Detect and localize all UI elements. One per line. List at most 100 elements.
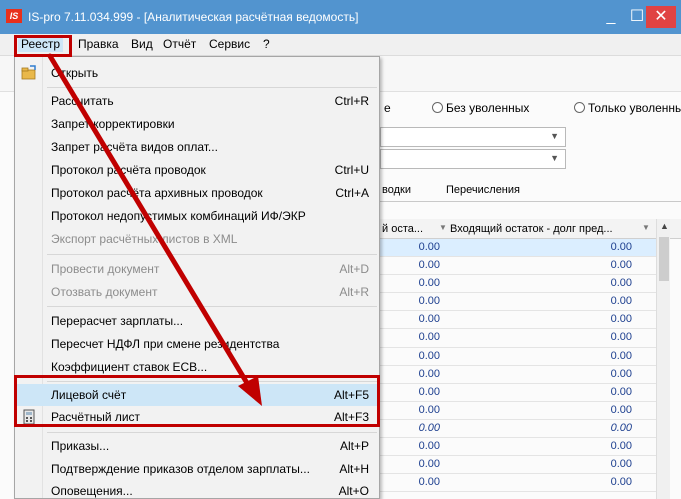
table-cell-incoming-debt: 0.00: [610, 385, 632, 398]
tab-transfers[interactable]: Перечисления: [446, 184, 520, 196]
menu-item-protocol-archive[interactable]: Протокол расчёта архивных проводок Ctrl+…: [15, 182, 379, 204]
table-cell-balance: 0.00: [418, 277, 440, 290]
radio-only-fired[interactable]: Только уволенны: [574, 101, 681, 115]
table-cell-balance: 0.00: [418, 259, 440, 272]
table-row[interactable]: 0.00 0.00: [380, 456, 670, 475]
vertical-scrollbar[interactable]: ▲: [656, 219, 670, 499]
menu-item-forbid-calc[interactable]: Запрет расчёта видов оплат...: [15, 136, 379, 158]
app-logo-icon: IS: [6, 9, 22, 23]
menu-item-recalc-salary[interactable]: Перерасчет зарплаты...: [15, 310, 379, 332]
filter-icon[interactable]: ▼: [642, 223, 650, 232]
menu-item-label: Перерасчет зарплаты...: [51, 314, 184, 328]
menu-item-label: Подтверждение приказов отделом зарплаты.…: [51, 462, 310, 476]
window-title: IS-pro 7.11.034.999 - [Аналитическая рас…: [28, 10, 359, 24]
table-cell-incoming-debt: 0.00: [610, 331, 632, 344]
menu-item-label: Экспорт расчётных листов в XML: [51, 232, 238, 246]
menu-help[interactable]: ?: [263, 37, 270, 51]
reestr-dropdown-menu: Открыть Рассчитать Ctrl+R Запрет коррект…: [14, 56, 380, 499]
table-row[interactable]: 0.00 0.00: [380, 239, 670, 258]
table-row[interactable]: 0.00 0.00: [380, 474, 670, 493]
menu-item-label: Запрет корректировки: [51, 117, 175, 131]
table-row[interactable]: 0.00 0.00: [380, 275, 670, 294]
open-folder-icon: [21, 65, 36, 80]
table-row[interactable]: 0.00 0.00: [380, 438, 670, 457]
menu-item-label: Протокол расчёта проводок: [51, 163, 206, 177]
menu-item-recalc-ndfl[interactable]: Пересчет НДФЛ при смене резидентства: [15, 333, 379, 355]
menu-item-post-document: Провести документ Alt+D: [15, 258, 379, 280]
menu-item-label: Пересчет НДФЛ при смене резидентства: [51, 337, 280, 351]
table-row[interactable]: 0.00 0.00: [380, 420, 670, 439]
table-row[interactable]: 0.00 0.00: [380, 257, 670, 276]
table-row[interactable]: 0.00 0.00: [380, 293, 670, 312]
menu-report[interactable]: Отчёт: [163, 37, 196, 51]
chevron-down-icon: ▼: [550, 131, 559, 141]
table-row[interactable]: 0.00 0.00: [380, 366, 670, 384]
menu-service[interactable]: Сервис: [209, 37, 250, 51]
menu-item-notifications[interactable]: Оповещения... Alt+O: [15, 480, 379, 499]
menu-item-label: Отозвать документ: [51, 285, 158, 299]
menu-separator: [47, 432, 377, 433]
table-cell-balance: 0.00: [418, 295, 440, 308]
scroll-thumb[interactable]: [659, 237, 669, 281]
menu-item-label: Открыть: [51, 66, 99, 80]
table-cell-balance: 0.00: [418, 331, 440, 344]
table-cell-balance: 0.00: [418, 421, 440, 434]
title-bar: IS IS-pro 7.11.034.999 - [Аналитическая …: [0, 0, 681, 34]
menu-item-label: Протокол расчёта архивных проводок: [51, 186, 263, 200]
radio-without-fired[interactable]: Без уволенных: [432, 101, 529, 115]
menu-item-label: Приказы...: [51, 439, 110, 453]
filter-icon[interactable]: ▼: [439, 223, 447, 232]
menu-item-protocol-invalid[interactable]: Протокол недопустимых комбинаций ИФ/ЭКР: [15, 205, 379, 227]
table-cell-balance: 0.00: [418, 458, 440, 471]
column-header-incoming-debt[interactable]: Входящий остаток - долг пред...: [450, 223, 613, 235]
radio-without-fired-label: Без уволенных: [446, 101, 530, 115]
menu-item-protocol-postings[interactable]: Протокол расчёта проводок Ctrl+U: [15, 159, 379, 181]
menu-item-shortcut: Alt+D: [339, 262, 369, 276]
menu-item-label: Запрет расчёта видов оплат...: [51, 140, 218, 154]
table-row[interactable]: 0.00 0.00: [380, 384, 670, 402]
table-cell-balance: 0.00: [418, 349, 440, 362]
menu-item-label: Протокол недопустимых комбинаций ИФ/ЭКР: [51, 209, 306, 223]
table-cell-balance: 0.00: [418, 403, 440, 416]
table-row[interactable]: 0.00 0.00: [380, 329, 670, 348]
radio-only-fired-label: Только уволенны: [588, 101, 681, 115]
menu-item-forbid-edit[interactable]: Запрет корректировки: [15, 113, 379, 135]
menu-item-shortcut: Ctrl+A: [335, 186, 369, 200]
menu-edit[interactable]: Правка: [78, 37, 119, 51]
table-row[interactable]: 0.00 0.00: [380, 402, 670, 420]
grid-header: й оста... ▼ Входящий остаток - долг пред…: [380, 219, 681, 239]
menu-item-label: Рассчитать: [51, 94, 114, 108]
tab-strip: водки Перечисления: [380, 180, 681, 202]
menu-separator: [47, 87, 377, 88]
menu-item-shortcut: Alt+H: [339, 462, 369, 476]
menu-bar: Реестр Правка Вид Отчёт Сервис ?: [0, 34, 681, 56]
tab-postings[interactable]: водки: [382, 184, 411, 196]
column-header-balance[interactable]: й оста...: [382, 223, 423, 235]
menu-item-label: Провести документ: [51, 262, 160, 276]
close-button[interactable]: ✕: [646, 6, 676, 28]
filter-dropdown-2[interactable]: ▼: [380, 149, 566, 169]
table-cell-balance: 0.00: [418, 241, 440, 253]
menu-separator: [47, 306, 377, 307]
menu-view[interactable]: Вид: [131, 37, 153, 51]
table-cell-balance: 0.00: [418, 367, 440, 380]
menu-item-recall-document: Отозвать документ Alt+R: [15, 281, 379, 303]
table-cell-incoming-debt: 0.00: [610, 458, 632, 471]
table-row[interactable]: 0.00 0.00: [380, 311, 670, 330]
menu-item-calculate[interactable]: Рассчитать Ctrl+R: [15, 90, 379, 112]
chevron-down-icon: ▼: [550, 153, 559, 163]
annotation-highlight-menu: [14, 35, 72, 57]
menu-item-shortcut: Alt+R: [339, 285, 369, 299]
menu-item-shortcut: Ctrl+R: [334, 94, 369, 108]
table-cell-incoming-debt: 0.00: [610, 440, 632, 453]
menu-item-shortcut: Alt+P: [339, 439, 369, 453]
filter-dropdown-1[interactable]: ▼: [380, 127, 566, 147]
table-cell-balance: 0.00: [418, 440, 440, 453]
radio-button-icon: [432, 102, 443, 113]
menu-item-open[interactable]: Открыть: [15, 62, 379, 84]
scroll-up-icon[interactable]: ▲: [660, 221, 669, 231]
table-cell-balance: 0.00: [418, 385, 440, 398]
table-row[interactable]: 0.00 0.00: [380, 348, 670, 366]
menu-item-orders[interactable]: Приказы... Alt+P: [15, 435, 379, 457]
menu-item-order-confirm[interactable]: Подтверждение приказов отделом зарплаты.…: [15, 458, 379, 480]
